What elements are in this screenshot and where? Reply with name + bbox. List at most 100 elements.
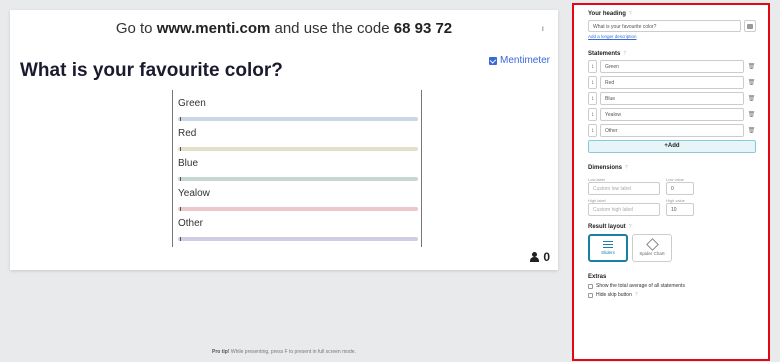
image-icon (747, 23, 753, 29)
trash-icon[interactable]: 🗑 (747, 76, 756, 89)
statement-row: ↕ Other 🗑 (588, 124, 756, 137)
question-title: What is your favourite color? (20, 60, 283, 81)
help-icon[interactable]: ? (623, 51, 626, 57)
chart-statement-label: Green (178, 98, 206, 109)
statements-section: Statements ? ↕ Green 🗑 ↕ Red 🗑 ↕ Blue 🗑 … (588, 51, 756, 153)
chart-statement: Red (178, 128, 418, 151)
pro-tip-end: to present in full screen mode. (287, 349, 356, 355)
layout-sliders-option[interactable]: Sliders (588, 234, 628, 262)
statement-input[interactable]: Green (600, 60, 744, 73)
low-label-input[interactable]: Custom low label (588, 182, 660, 195)
statements-section-title: Statements ? (588, 51, 756, 57)
dimensions-grid: Low label Custom low label Low value 0 H… (588, 177, 756, 216)
help-icon[interactable]: ? (629, 11, 632, 17)
drag-handle-icon[interactable]: ↕ (588, 60, 597, 73)
heading-row: What is your favourite color? (588, 20, 756, 32)
slide-options-icon[interactable]: ı (542, 24, 544, 33)
join-prefix: Go to (115, 20, 157, 37)
sliders-icon (603, 241, 613, 248)
chart-statement: Green (178, 98, 418, 121)
chart-statement: Yealow (178, 188, 418, 211)
slide-preview: Go to www.menti.com and use the code 68 … (10, 10, 558, 270)
hide-skip-label: Hide skip button (596, 292, 632, 298)
drag-handle-icon[interactable]: ↕ (588, 76, 597, 89)
join-url: www.menti.com (156, 20, 271, 37)
extras-title-text: Extras (588, 274, 607, 280)
trash-icon[interactable]: 🗑 (747, 60, 756, 73)
chart-statement-label: Yealow (178, 188, 210, 199)
spider-chart-icon (645, 238, 659, 251)
heading-section-title: Your heading ? (588, 11, 756, 17)
hide-skip-option[interactable]: Hide skip button ? (588, 292, 756, 298)
trash-icon[interactable]: 🗑 (747, 124, 756, 137)
brand-name: Mentimeter (499, 55, 550, 66)
drag-handle-icon[interactable]: ↕ (588, 92, 597, 105)
show-average-checkbox[interactable] (588, 283, 593, 289)
result-layout-title-text: Result layout (588, 224, 626, 230)
layout-spider-option[interactable]: Spider Chart (632, 234, 672, 262)
chart-statement-bar (178, 237, 418, 241)
chart-statement-bar (178, 177, 418, 181)
high-value-group: High value 10 (666, 198, 694, 216)
show-average-label: Show the total average of all statements (596, 283, 685, 289)
pro-tip-label: Pro tip! (212, 349, 230, 355)
chart-statement-label: Red (178, 128, 197, 139)
extras-title: Extras (588, 274, 756, 280)
extras-section: Extras Show the total average of all sta… (588, 274, 756, 298)
join-middle: and use the code (270, 20, 394, 37)
statements-title-text: Statements (588, 51, 621, 57)
help-icon[interactable]: ? (629, 224, 632, 230)
dimensions-section-title: Dimensions ? (588, 165, 756, 171)
add-image-button[interactable] (744, 20, 756, 32)
trash-icon[interactable]: 🗑 (747, 92, 756, 105)
result-layout-section: Result layout ? Sliders Spider Chart (588, 224, 756, 262)
statement-row: ↕ Green 🗑 (588, 60, 756, 73)
statement-input[interactable]: Other (600, 124, 744, 137)
statement-row: ↕ Red 🗑 (588, 76, 756, 89)
chart-statement-marker (180, 147, 181, 151)
drag-handle-icon[interactable]: ↕ (588, 124, 597, 137)
layout-sliders-label: Sliders (601, 250, 615, 255)
heading-title-text: Your heading (588, 11, 626, 17)
trash-icon[interactable]: 🗑 (747, 108, 756, 121)
low-value-group: Low value 0 (666, 177, 694, 195)
chart-statement-marker (180, 177, 181, 181)
dimensions-title-text: Dimensions (588, 165, 623, 171)
chart-statement: Blue (178, 158, 418, 181)
drag-handle-icon[interactable]: ↕ (588, 108, 597, 121)
person-icon (530, 252, 540, 262)
high-label-input[interactable]: Custom high label (588, 203, 660, 216)
layout-spider-label: Spider Chart (639, 251, 665, 256)
high-value-input[interactable]: 10 (666, 203, 694, 216)
chart-statement-label: Blue (178, 158, 199, 169)
join-instructions: Go to www.menti.com and use the code 68 … (10, 20, 558, 37)
presentation-stage: Go to www.menti.com and use the code 68 … (0, 0, 568, 362)
hide-skip-checkbox[interactable] (588, 292, 593, 298)
chart-statement-marker (180, 117, 181, 121)
low-label-group: Low label Custom low label (588, 177, 660, 195)
help-icon[interactable]: ? (625, 165, 628, 171)
statement-row: ↕ Yealow 🗑 (588, 108, 756, 121)
join-code: 68 93 72 (393, 20, 453, 37)
low-value-input[interactable]: 0 (666, 182, 694, 195)
add-statement-button[interactable]: +Add (588, 140, 756, 153)
chart-statement-marker (180, 207, 181, 211)
dimensions-section: Dimensions ? Low label Custom low label … (588, 165, 756, 216)
mentimeter-check-icon (488, 56, 497, 65)
chart-statement-marker (180, 237, 181, 241)
mentimeter-logo: Mentimeter (488, 55, 550, 66)
voter-count-value: 0 (543, 250, 550, 264)
voter-count: 0 (530, 250, 550, 264)
high-label-group: High label Custom high label (588, 198, 660, 216)
show-average-option[interactable]: Show the total average of all statements (588, 283, 756, 289)
pro-tip-text: While presenting, press (229, 349, 285, 355)
add-longer-description-link[interactable]: Add a longer description (588, 34, 756, 39)
statement-input[interactable]: Yealow (600, 108, 744, 121)
layout-options: Sliders Spider Chart (588, 234, 756, 262)
statement-input[interactable]: Red (600, 76, 744, 89)
chart-statement-bar (178, 147, 418, 151)
statement-input[interactable]: Blue (600, 92, 744, 105)
result-layout-title: Result layout ? (588, 224, 756, 230)
heading-input[interactable]: What is your favourite color? (588, 20, 741, 32)
help-icon[interactable]: ? (635, 292, 638, 298)
